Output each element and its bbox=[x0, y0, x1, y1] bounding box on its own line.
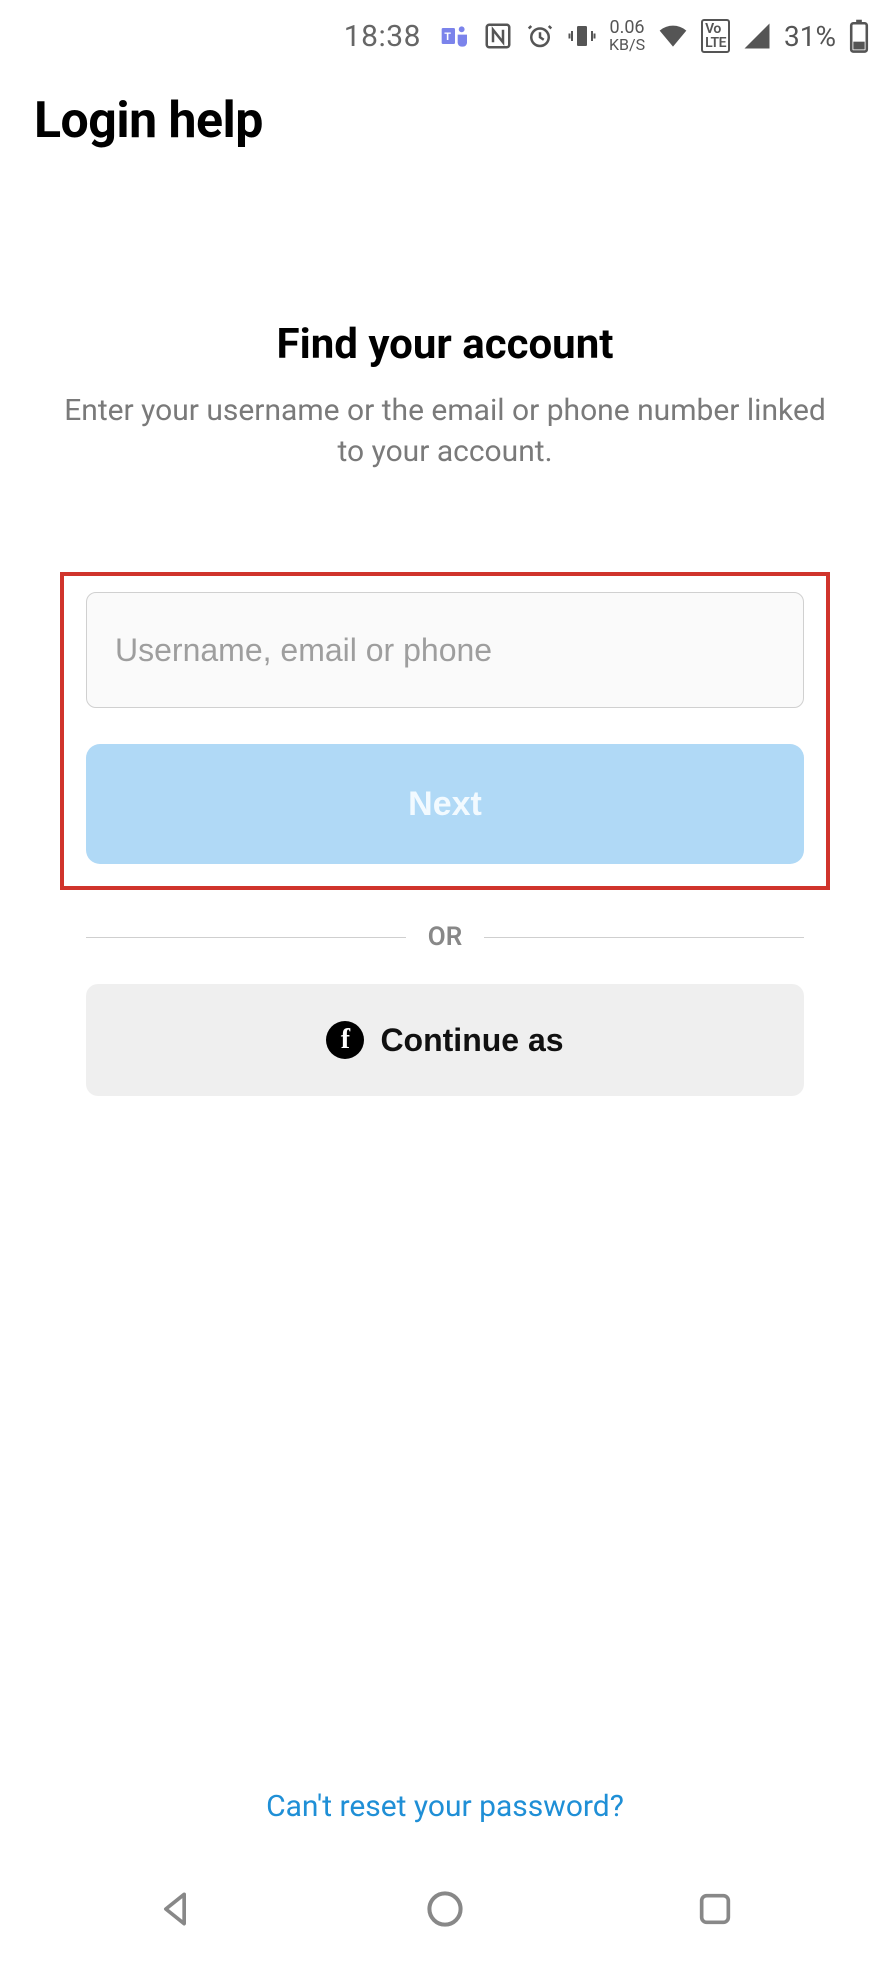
teams-icon: T bbox=[439, 20, 471, 52]
intro-block: Find your account Enter your username or… bbox=[0, 160, 890, 472]
or-label: OR bbox=[428, 922, 462, 952]
or-divider: OR bbox=[86, 922, 804, 952]
highlighted-form-area: Next bbox=[60, 572, 830, 890]
battery-percent: 31% bbox=[784, 20, 836, 53]
nav-recent-button[interactable] bbox=[685, 1879, 745, 1939]
intro-subtitle: Enter your username or the email or phon… bbox=[50, 391, 840, 472]
nfc-icon bbox=[483, 21, 513, 51]
divider-line-left bbox=[86, 937, 406, 938]
status-bar: 18:38 T 0.06 KB/S VoLTE 31% bbox=[0, 0, 890, 72]
volte-icon: VoLTE bbox=[701, 19, 730, 53]
vibrate-icon bbox=[567, 21, 597, 51]
page-title: Login help bbox=[34, 92, 856, 150]
wifi-icon bbox=[657, 20, 689, 52]
nav-home-button[interactable] bbox=[415, 1879, 475, 1939]
cant-reset-link[interactable]: Can't reset your password? bbox=[266, 1789, 624, 1824]
system-nav-bar bbox=[0, 1850, 890, 1978]
status-time: 18:38 bbox=[344, 19, 421, 54]
spacer bbox=[0, 1096, 890, 1789]
continue-facebook-button[interactable]: f Continue as bbox=[86, 984, 804, 1096]
footer-link-row: Can't reset your password? bbox=[0, 1789, 890, 1850]
svg-text:T: T bbox=[444, 31, 451, 43]
page-header: Login help bbox=[0, 72, 890, 160]
alarm-icon bbox=[525, 21, 555, 51]
battery-icon bbox=[848, 19, 870, 53]
divider-line-right bbox=[484, 937, 804, 938]
next-button[interactable]: Next bbox=[86, 744, 804, 864]
nav-back-button[interactable] bbox=[145, 1879, 205, 1939]
signal-icon bbox=[742, 21, 772, 51]
intro-title: Find your account bbox=[50, 320, 840, 369]
main-content: Find your account Enter your username or… bbox=[0, 160, 890, 1850]
data-rate-unit: KB/S bbox=[609, 37, 645, 53]
continue-facebook-label: Continue as bbox=[380, 1022, 563, 1059]
username-input[interactable] bbox=[86, 592, 804, 708]
facebook-icon: f bbox=[326, 1021, 364, 1059]
data-rate: 0.06 KB/S bbox=[609, 19, 645, 53]
